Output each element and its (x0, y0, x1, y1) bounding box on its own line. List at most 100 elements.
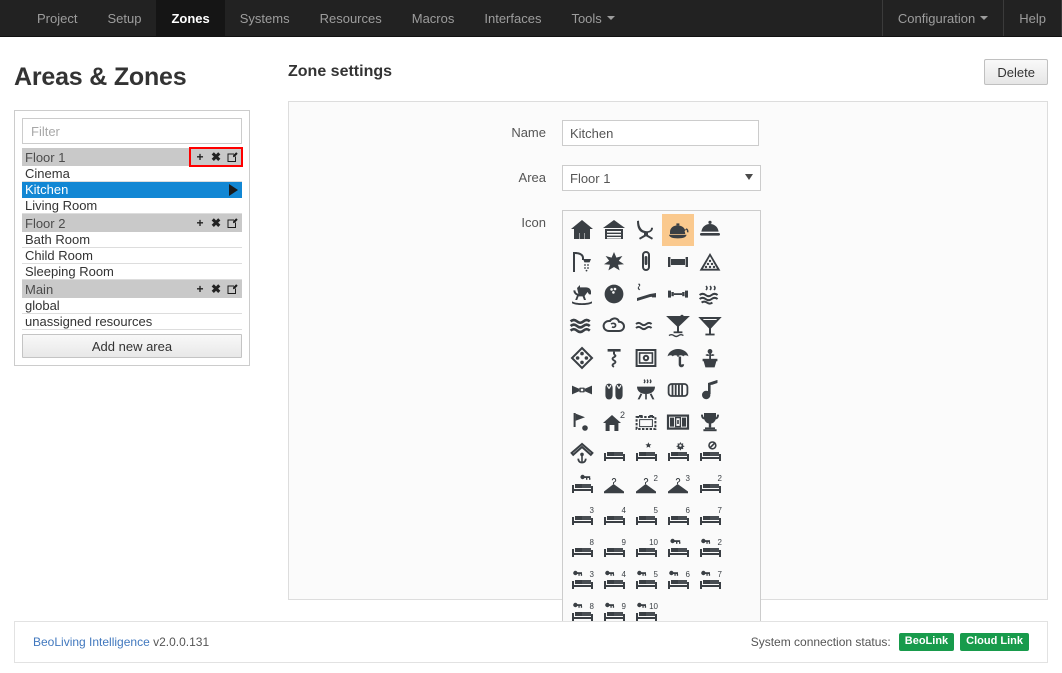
icon-option-bed-7-icon[interactable]: 7 (694, 502, 726, 534)
nav-item-resources[interactable]: Resources (305, 0, 397, 36)
zone-row[interactable]: global (22, 298, 242, 314)
add-new-area-button[interactable]: Add new area (22, 334, 242, 358)
icon-option-rocking-horse-icon[interactable] (566, 278, 598, 310)
nav-item-project[interactable]: Project (22, 0, 92, 36)
icon-option-steam-cloud-icon[interactable] (598, 310, 630, 342)
zone-row[interactable]: Child Room (22, 248, 242, 264)
icon-option-bed-5-icon[interactable]: 5 (630, 502, 662, 534)
icon-option-teapot-icon[interactable] (662, 214, 694, 246)
icon-option-cocktail-water-icon[interactable] (662, 310, 694, 342)
icon-picker-grid[interactable]: 2 2 3 2 3 4 5 6 7 8 9 10 2 3 4 5 6 7 8 9 10 (562, 210, 761, 634)
icon-option-dumbbell-icon[interactable] (662, 278, 694, 310)
icon-option-bed-8-icon[interactable]: 8 (566, 534, 598, 566)
icon-option-lounge-chair-icon[interactable] (630, 214, 662, 246)
icon-option-hot-spring-icon[interactable] (694, 278, 726, 310)
icon-option-bed-gear-icon[interactable] (662, 438, 694, 470)
icon-option-bowling-ball-icon[interactable] (598, 278, 630, 310)
icon-option-bed-key-3-icon[interactable]: 3 (566, 566, 598, 598)
icon-option-bed-no-smoking-icon[interactable] (694, 438, 726, 470)
icon-option-shower-icon[interactable] (566, 246, 598, 278)
icon-option-bed-3-icon[interactable]: 3 (566, 502, 598, 534)
icon-option-hanger-icon[interactable] (598, 470, 630, 502)
icon-option-corkscrew-icon[interactable] (598, 342, 630, 374)
icon-option-framed-picture-icon[interactable] (662, 246, 694, 278)
remove-area-icon[interactable]: ✖ (210, 216, 222, 230)
add-zone-icon[interactable]: + (194, 150, 206, 164)
icon-option-bed-key-4-icon[interactable]: 4 (598, 566, 630, 598)
name-input[interactable] (562, 120, 759, 146)
icon-option-bed-key-plain-icon[interactable] (662, 534, 694, 566)
icon-option-garage-icon[interactable] (598, 214, 630, 246)
area-group-header-floor-1[interactable]: Floor 1 + ✖ (22, 147, 243, 167)
nav-item-configuration[interactable]: Configuration (883, 0, 1003, 36)
filter-input[interactable] (22, 118, 242, 144)
icon-option-bed-key-5-icon[interactable]: 5 (630, 566, 662, 598)
icon-option-paperclip-icon[interactable] (630, 246, 662, 278)
icon-option-bed-9-icon[interactable]: 9 (598, 534, 630, 566)
icon-option-umbrella-icon[interactable] (662, 342, 694, 374)
nav-item-systems[interactable]: Systems (225, 0, 305, 36)
icon-option-cigar-smoke-icon[interactable] (630, 278, 662, 310)
icon-option-projector-screen-icon[interactable] (630, 406, 662, 438)
icon-option-bow-tie-icon[interactable] (566, 374, 598, 406)
icon-option-house-icon[interactable] (566, 214, 598, 246)
nav-item-help[interactable]: Help (1004, 0, 1061, 36)
zone-row[interactable]: Living Room (22, 198, 242, 214)
zone-row[interactable]: Bath Room (22, 232, 242, 248)
app-name-link[interactable]: BeoLiving Intelligence (33, 635, 150, 649)
delete-button[interactable]: Delete (984, 59, 1048, 85)
icon-option-billiards-rack-icon[interactable] (694, 246, 726, 278)
add-zone-icon[interactable]: + (194, 216, 206, 230)
icon-option-music-note-icon[interactable] (694, 374, 726, 406)
icon-option-house-2-icon[interactable]: 2 (598, 406, 630, 438)
zone-row[interactable]: Sleeping Room (22, 264, 242, 280)
nav-item-interfaces[interactable]: Interfaces (469, 0, 556, 36)
nav-item-zones[interactable]: Zones (156, 0, 225, 36)
icon-option-hanger-3-icon[interactable]: 3 (662, 470, 694, 502)
svg-text:2: 2 (620, 410, 625, 420)
icon-option-small-waves-icon[interactable] (630, 310, 662, 342)
icon-option-trophy-icon[interactable] (694, 406, 726, 438)
icon-option-leaf-star-icon[interactable] (598, 246, 630, 278)
add-zone-icon[interactable]: + (194, 282, 206, 296)
icon-option-bed-key-7-icon[interactable]: 7 (694, 566, 726, 598)
icon-option-bed-star-icon[interactable] (630, 438, 662, 470)
icon-option-martini-icon[interactable] (694, 310, 726, 342)
icon-option-bed-key-2-icon[interactable]: 2 (694, 534, 726, 566)
icon-option-hanger-2-icon[interactable]: 2 (630, 470, 662, 502)
icon-option-bed-2-icon[interactable]: 2 (694, 470, 726, 502)
icon-option-bed-key-icon[interactable] (566, 470, 598, 502)
icon-option-bed-4-icon[interactable]: 4 (598, 502, 630, 534)
remove-area-icon[interactable]: ✖ (210, 150, 222, 164)
area-select[interactable]: Floor 1 (562, 165, 761, 191)
icon-option-flip-flops-icon[interactable] (598, 374, 630, 406)
icon-option-safe-icon[interactable] (630, 342, 662, 374)
icon-option-bed-icon[interactable] (598, 438, 630, 470)
icon-option-bed-10-icon[interactable]: 10 (630, 534, 662, 566)
nav-item-tools[interactable]: Tools (556, 0, 629, 36)
nav-item-macros[interactable]: Macros (397, 0, 470, 36)
icon-option-bbq-grill-icon[interactable] (630, 374, 662, 406)
nav-item-setup[interactable]: Setup (92, 0, 156, 36)
edit-area-icon[interactable] (226, 282, 238, 296)
zone-row[interactable]: unassigned resources (22, 314, 242, 330)
area-group-header-floor-2[interactable]: Floor 2 + ✖ (22, 214, 242, 232)
icon-option-luggage-trunk-icon[interactable] (662, 406, 694, 438)
icon-option-food-cloche-icon[interactable] (694, 214, 726, 246)
icon-option-bed-key-6-icon[interactable]: 6 (662, 566, 694, 598)
edit-area-icon[interactable] (226, 150, 238, 164)
status-badge-cloudlink[interactable]: Cloud Link (960, 633, 1029, 651)
icon-option-radiator-icon[interactable] (662, 374, 694, 406)
edit-area-icon[interactable] (226, 216, 238, 230)
icon-option-waves-icon[interactable] (566, 310, 598, 342)
icon-option-golf-flag-icon[interactable] (566, 406, 598, 438)
zone-row[interactable]: Cinema (22, 166, 242, 182)
zone-row-selected[interactable]: Kitchen (22, 182, 242, 198)
icon-option-dice-domino-icon[interactable] (566, 342, 598, 374)
status-badge-beolink[interactable]: BeoLink (898, 633, 955, 651)
icon-option-bed-6-icon[interactable]: 6 (662, 502, 694, 534)
remove-area-icon[interactable]: ✖ (210, 282, 222, 296)
area-group-header-main[interactable]: Main + ✖ (22, 280, 242, 298)
icon-option-anchor-house-icon[interactable] (566, 438, 598, 470)
icon-option-potted-plant-icon[interactable] (694, 342, 726, 374)
